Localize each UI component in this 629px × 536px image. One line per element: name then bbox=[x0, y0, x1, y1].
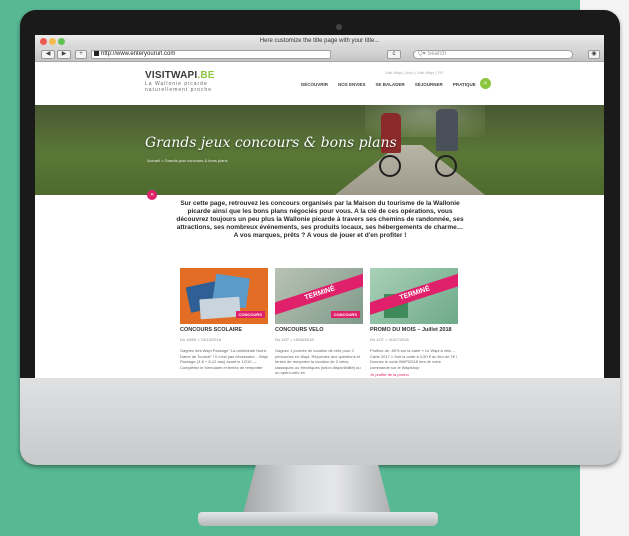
close-window-button[interactable] bbox=[40, 38, 47, 45]
nav-pratique[interactable]: PRATIQUE bbox=[453, 82, 476, 87]
nav-decouvrir[interactable]: DÉCOUVRIR bbox=[301, 82, 328, 87]
card-title[interactable]: PROMO DU MOIS – Juillet 2018 bbox=[370, 327, 458, 333]
zoom-window-button[interactable] bbox=[58, 38, 65, 45]
url-text: http://www.enteryoururl.com bbox=[101, 51, 176, 58]
card-date: Du 1/07 > 15/08/2018 bbox=[275, 337, 314, 342]
card-description: Profitez de -50% sur la carte « Le Wapi … bbox=[370, 348, 458, 370]
nav-nos-envies[interactable]: NOS ENVIES bbox=[338, 82, 366, 87]
window-title: Here customize the title page with your … bbox=[259, 38, 380, 44]
termine-ribbon: TERMINÉ bbox=[275, 271, 363, 317]
nav-sejourner[interactable]: SÉJOURNER bbox=[415, 82, 443, 87]
browser-toolbar: ◀ ▶ + http://www.enteryoururl.com c Q▾ S… bbox=[35, 48, 604, 62]
top-utility-links[interactable]: Visit Wapi | Actu | Visit Wapi | FR bbox=[385, 70, 443, 75]
search-field[interactable]: Q▾ Search bbox=[413, 50, 573, 59]
settings-button[interactable]: ◉ bbox=[588, 50, 600, 59]
breadcrumb[interactable]: Accueil > Grands jeux concours & bons pl… bbox=[147, 158, 228, 163]
main-navigation: DÉCOUVRIR NOS ENVIES SE BALADER SÉJOURNE… bbox=[301, 82, 476, 87]
card-image[interactable]: TERMINÉ CONCOURS bbox=[275, 268, 363, 324]
favicon-icon bbox=[94, 51, 99, 56]
logo-accent-text: .BE bbox=[197, 70, 215, 81]
logo-tagline-2: naturellement proche bbox=[145, 87, 212, 93]
browser-titlebar: Here customize the title page with your … bbox=[35, 35, 604, 48]
card-date: Du 1/07 > 31/07/2018 bbox=[370, 337, 409, 342]
minimize-window-button[interactable] bbox=[49, 38, 56, 45]
card-concours-scolaire[interactable]: CONCOURS CONCOURS SCOLAIRE Du 18/09 > 19… bbox=[180, 268, 268, 370]
card-description: Gagnez 1 journée de location de vélo pou… bbox=[275, 348, 361, 375]
hero-banner: Grands jeux concours & bons plans Accuei… bbox=[35, 105, 604, 195]
scroll-down-button[interactable]: » bbox=[147, 190, 157, 200]
camera-dot bbox=[336, 24, 342, 30]
card-description: Gagnez des Wapi Package "La cathédrale N… bbox=[180, 348, 269, 370]
promo-link[interactable]: Je profite de la promo bbox=[370, 372, 458, 377]
nav-se-balader[interactable]: SE BALADER bbox=[376, 82, 405, 87]
back-button[interactable]: ◀ bbox=[41, 50, 55, 59]
monitor-base bbox=[198, 512, 438, 526]
book-image bbox=[199, 296, 241, 320]
site-logo[interactable]: VISITWAPI.BE La Wallonie picarde naturel… bbox=[145, 70, 215, 93]
card-image[interactable]: CONCOURS bbox=[180, 268, 268, 324]
screen: Here customize the title page with your … bbox=[35, 35, 604, 378]
logo-main-text: VISITWAPI bbox=[145, 70, 198, 81]
card-title[interactable]: CONCOURS SCOLAIRE bbox=[180, 327, 268, 333]
search-icon[interactable]: ⌕ bbox=[480, 78, 491, 89]
new-tab-button[interactable]: + bbox=[75, 50, 87, 59]
reload-button[interactable]: c bbox=[387, 50, 401, 59]
page-title: Grands jeux concours & bons plans bbox=[145, 135, 397, 151]
card-promo-du-mois[interactable]: TERMINÉ PROMO DU MOIS – Juillet 2018 Du … bbox=[370, 268, 458, 377]
monitor-stand bbox=[242, 465, 392, 517]
site-header: VISITWAPI.BE La Wallonie picarde naturel… bbox=[35, 62, 604, 105]
monitor-chin bbox=[20, 378, 620, 465]
card-date: Du 18/09 > 19/10/2018 bbox=[180, 337, 221, 342]
intro-text: Sur cette page, retrouvez les concours o… bbox=[176, 200, 464, 239]
card-concours-velo[interactable]: TERMINÉ CONCOURS CONCOURS VELO Du 1/07 >… bbox=[275, 268, 363, 376]
url-bar[interactable]: http://www.enteryoururl.com bbox=[91, 50, 331, 59]
forward-button[interactable]: ▶ bbox=[57, 50, 71, 59]
category-tag: CONCOURS bbox=[330, 311, 360, 318]
category-tag: CONCOURS bbox=[235, 311, 265, 318]
card-title[interactable]: CONCOURS VELO bbox=[275, 327, 363, 333]
card-image[interactable]: TERMINÉ bbox=[370, 268, 458, 324]
